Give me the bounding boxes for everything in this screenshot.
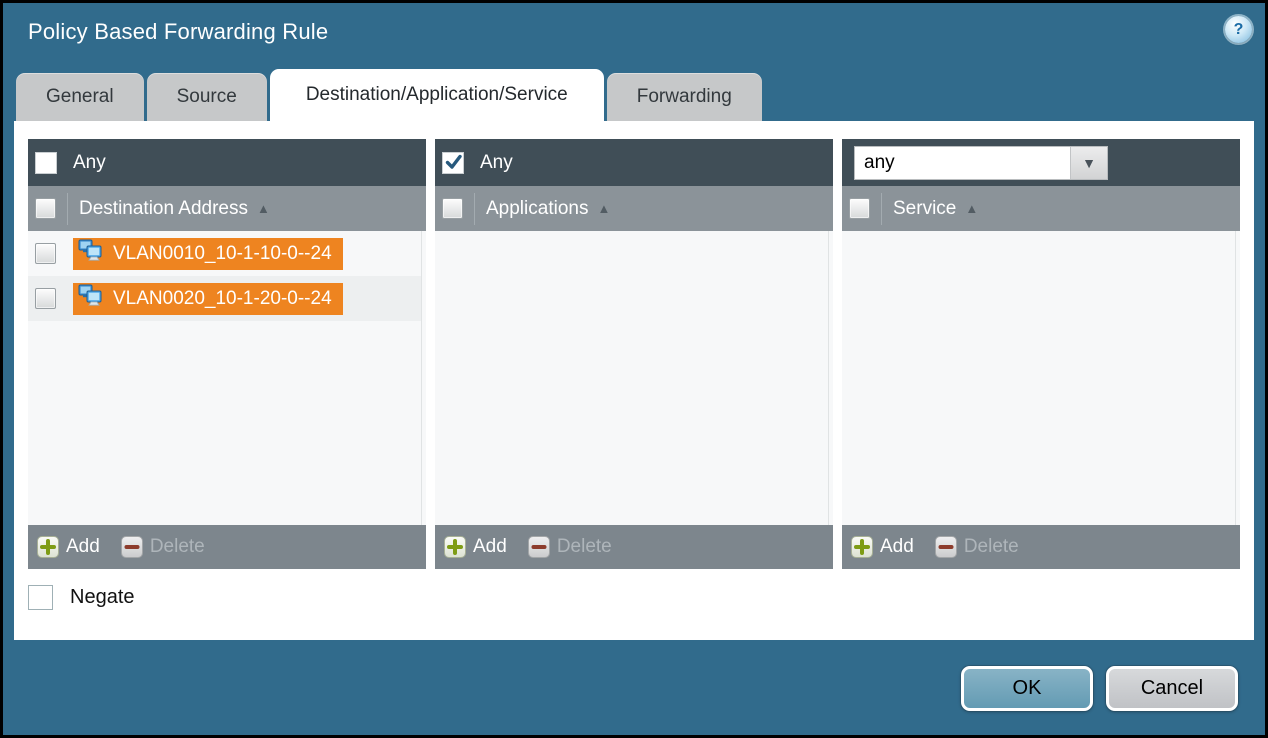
tab-content: Any Destination Address ▲ [14, 121, 1254, 640]
destination-any-bar: Any [28, 139, 426, 186]
ok-button[interactable]: OK [961, 666, 1093, 711]
dialog-actions: OK Cancel [961, 666, 1238, 711]
service-select-all-checkbox[interactable] [849, 198, 870, 219]
tab-source[interactable]: Source [147, 73, 267, 121]
negate-label: Negate [70, 586, 135, 609]
negate-option: Negate [28, 585, 1254, 610]
service-add-button[interactable]: Add [851, 536, 914, 558]
destination-address-panel: Any Destination Address ▲ [28, 139, 426, 569]
delete-icon [528, 536, 550, 558]
help-glyph: ? [1234, 21, 1244, 39]
address-object-icon [78, 239, 105, 269]
destination-delete-button[interactable]: Delete [121, 536, 205, 558]
applications-toolbar: Add Delete [435, 525, 833, 569]
row-checkbox[interactable] [35, 243, 56, 264]
destination-select-all-checkbox[interactable] [35, 198, 56, 219]
service-filter-bar: ▼ [842, 139, 1240, 186]
service-filter-dropdown[interactable]: ▼ [854, 146, 1108, 180]
tab-general[interactable]: General [16, 73, 144, 121]
destination-any-label: Any [73, 152, 106, 174]
dialog-title: Policy Based Forwarding Rule [28, 19, 328, 45]
service-delete-button[interactable]: Delete [935, 536, 1019, 558]
list-item[interactable]: VLAN0020_10-1-20-0--24 [28, 276, 421, 321]
address-object-tag[interactable]: VLAN0010_10-1-10-0--24 [73, 238, 343, 270]
service-list [842, 231, 1240, 525]
address-object-label: VLAN0020_10-1-20-0--24 [113, 288, 332, 310]
sort-ascending-icon: ▲ [965, 201, 978, 216]
applications-column-header[interactable]: Applications ▲ [435, 186, 833, 231]
row-checkbox[interactable] [35, 288, 56, 309]
pbf-rule-dialog: Policy Based Forwarding Rule ? General S… [3, 3, 1265, 735]
help-icon[interactable]: ? [1225, 16, 1252, 43]
header-divider [474, 193, 475, 225]
destination-add-button[interactable]: Add [37, 536, 100, 558]
service-filter-input[interactable] [855, 147, 1070, 179]
service-header-label: Service [893, 198, 956, 220]
chevron-down-icon: ▼ [1082, 155, 1096, 171]
negate-checkbox[interactable] [28, 585, 53, 610]
applications-list [435, 231, 833, 525]
header-divider [67, 193, 68, 225]
applications-delete-button[interactable]: Delete [528, 536, 612, 558]
applications-header-label: Applications [486, 198, 588, 220]
list-item[interactable]: VLAN0010_10-1-10-0--24 [28, 231, 421, 276]
delete-icon [121, 536, 143, 558]
service-toolbar: Add Delete [842, 525, 1240, 569]
applications-any-checkbox[interactable] [442, 152, 464, 174]
add-icon [444, 536, 466, 558]
tab-destination-application-service[interactable]: Destination/Application/Service [270, 69, 604, 121]
sort-ascending-icon: ▲ [597, 201, 610, 216]
destination-any-checkbox[interactable] [35, 152, 57, 174]
service-panel: ▼ Service ▲ Add [842, 139, 1240, 569]
tab-forwarding[interactable]: Forwarding [607, 73, 762, 121]
destination-column-header[interactable]: Destination Address ▲ [28, 186, 426, 231]
service-column-header[interactable]: Service ▲ [842, 186, 1240, 231]
applications-panel: Any Applications ▲ Add [435, 139, 833, 569]
destination-toolbar: Add Delete [28, 525, 426, 569]
address-object-icon [78, 284, 105, 314]
header-divider [881, 193, 882, 225]
cancel-button[interactable]: Cancel [1106, 666, 1238, 711]
applications-any-label: Any [480, 152, 513, 174]
add-icon [37, 536, 59, 558]
destination-header-label: Destination Address [79, 198, 248, 220]
tab-bar: General Source Destination/Application/S… [16, 69, 762, 121]
destination-list: VLAN0010_10-1-10-0--24 [28, 231, 426, 525]
dropdown-button[interactable]: ▼ [1070, 147, 1107, 179]
sort-ascending-icon: ▲ [257, 201, 270, 216]
applications-any-bar: Any [435, 139, 833, 186]
applications-add-button[interactable]: Add [444, 536, 507, 558]
address-object-label: VLAN0010_10-1-10-0--24 [113, 243, 332, 265]
add-icon [851, 536, 873, 558]
delete-icon [935, 536, 957, 558]
applications-select-all-checkbox[interactable] [442, 198, 463, 219]
address-object-tag[interactable]: VLAN0020_10-1-20-0--24 [73, 283, 343, 315]
